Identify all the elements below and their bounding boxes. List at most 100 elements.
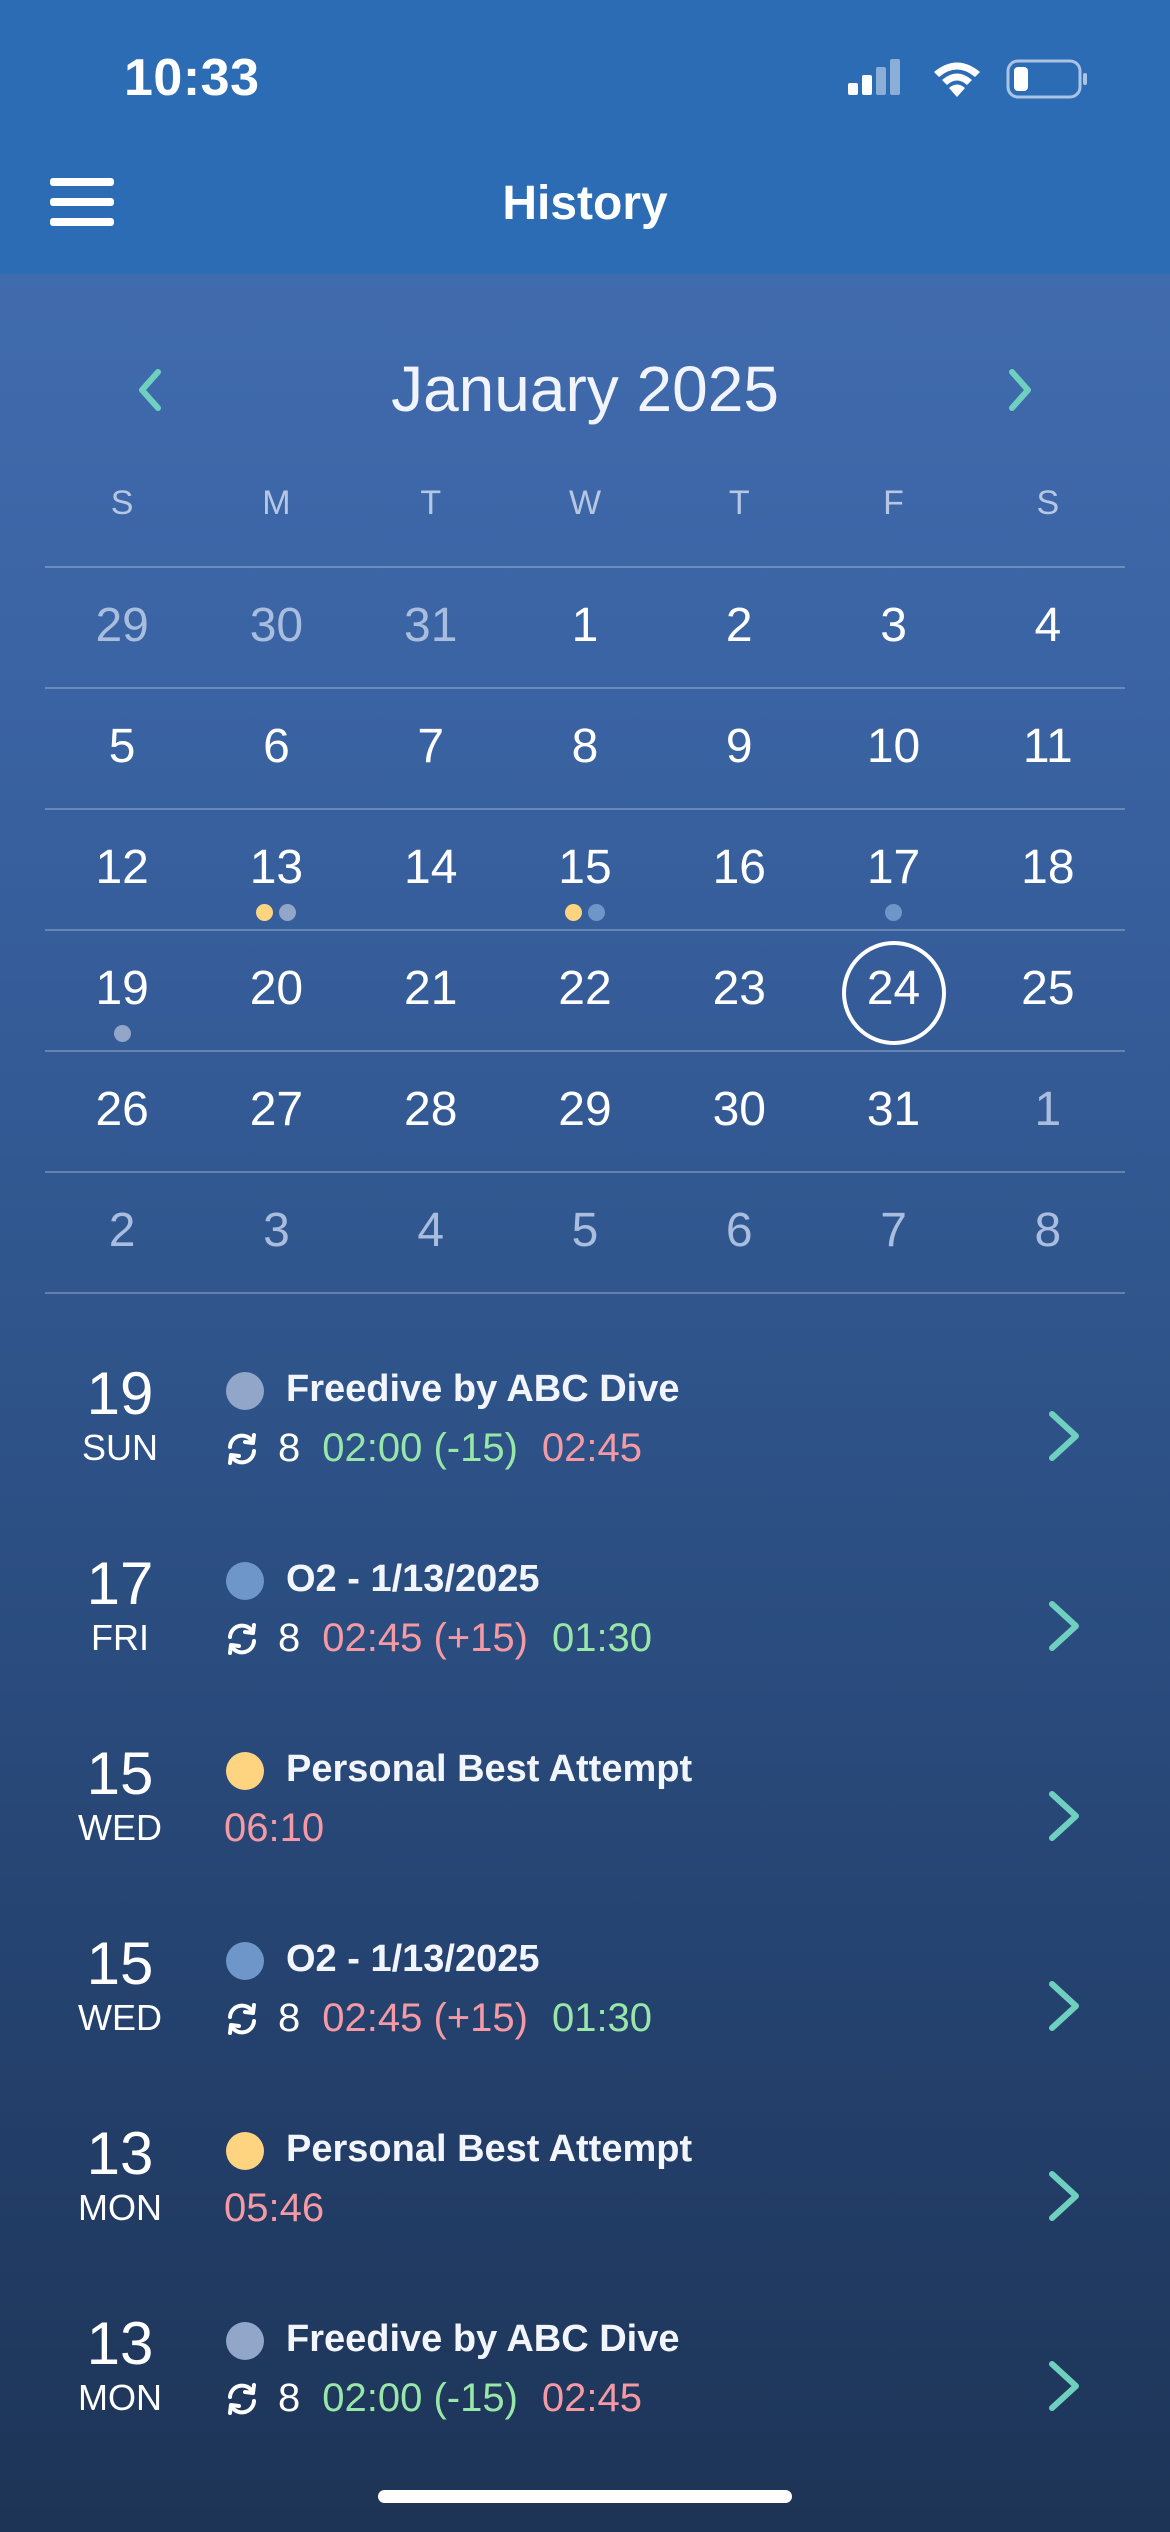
calendar-day[interactable]: 31 (354, 568, 508, 687)
calendar-day[interactable]: 29 (45, 568, 199, 687)
next-month-button[interactable] (988, 360, 1048, 420)
top-bar: 10:33 History (0, 0, 1170, 274)
calendar-day[interactable]: 30 (662, 1052, 816, 1171)
calendar-day[interactable]: 20 (199, 931, 353, 1050)
history-entry[interactable]: 13 MON Freedive by ABC Dive 8 02:00 (-15… (0, 2312, 1170, 2472)
calendar-day[interactable]: 23 (662, 931, 816, 1050)
weekday-label: W (568, 484, 602, 522)
weekday-label: M (262, 484, 291, 522)
chevron-right-icon (1049, 2361, 1079, 2411)
entry-day: 15 (86, 1740, 154, 1807)
round-count: 8 (278, 1616, 301, 1660)
weekday-label: F (883, 484, 904, 522)
time-value: 01:30 (551, 1616, 653, 1660)
calendar-day[interactable]: 11 (971, 689, 1125, 808)
calendar-day[interactable]: 16 (662, 810, 816, 929)
calendar-week: 5 6 7 8 9 10 11 (45, 687, 1125, 808)
entry-day: 15 (86, 1930, 154, 1997)
time-value: 02:45 (+15) (322, 1616, 528, 1660)
entry-weekday: SUN (81, 1427, 158, 1468)
time-value: 02:45 (541, 2376, 643, 2420)
history-entry[interactable]: 13 MON Personal Best Attempt 05:46 (0, 2122, 1170, 2282)
calendar-day[interactable]: 1 (508, 568, 662, 687)
chevron-right-icon (1049, 1601, 1079, 1651)
calendar-day[interactable]: 5 (508, 1173, 662, 1292)
entry-details: 06:10 (224, 1806, 324, 1851)
calendar-day[interactable]: 5 (45, 689, 199, 808)
calendar-day[interactable]: 18 (971, 810, 1125, 929)
weekday-label: T (420, 484, 442, 522)
calendar-day[interactable]: 27 (199, 1052, 353, 1171)
weekday-header: S M T W T F S (45, 484, 1125, 523)
calendar-day[interactable]: 3 (199, 1173, 353, 1292)
event-dot (279, 904, 297, 921)
calendar-day[interactable]: 14 (354, 810, 508, 929)
calendar-day[interactable]: 28 (354, 1052, 508, 1171)
entry-details: 8 02:00 (-15) 02:45 (224, 2376, 642, 2421)
calendar-day[interactable]: 22 (508, 931, 662, 1050)
entry-weekday: WED (78, 1997, 162, 2038)
round-count: 8 (278, 1996, 301, 2040)
event-indicators (816, 904, 970, 921)
calendar-week: 29 30 31 1 2 3 4 (45, 566, 1125, 687)
history-entry[interactable]: 15 WED O2 - 1/13/2025 8 02:45 (+15) 01:3… (0, 1932, 1170, 2092)
status-time: 10:33 (124, 49, 260, 107)
history-entry[interactable]: 17 FRI O2 - 1/13/2025 8 02:45 (+15) 01:3… (0, 1552, 1170, 1712)
calendar-day[interactable]: 29 (508, 1052, 662, 1171)
entry-weekday: MON (78, 2187, 162, 2228)
entry-day: 17 (86, 1550, 154, 1617)
calendar-day[interactable]: 6 (662, 1173, 816, 1292)
calendar-day[interactable]: 8 (508, 689, 662, 808)
calendar-day[interactable]: 4 (354, 1173, 508, 1292)
wifi-icon (934, 62, 980, 97)
chevron-right-icon (1049, 2171, 1079, 2221)
calendar-day[interactable]: 25 (971, 931, 1125, 1050)
calendar-day[interactable]: 26 (45, 1052, 199, 1171)
time-value: 02:00 (-15) (322, 1426, 518, 1470)
calendar-day[interactable]: 21 (354, 931, 508, 1050)
session-type-dot (226, 1752, 264, 1790)
entry-day: 13 (86, 2310, 154, 2377)
history-entry[interactable]: 15 WED Personal Best Attempt 06:10 (0, 1742, 1170, 1902)
event-dot (564, 904, 582, 921)
weekday-label: T (728, 484, 750, 522)
calendar-day[interactable]: 15 (508, 810, 662, 929)
entry-weekday: FRI (91, 1617, 149, 1658)
event-dot (885, 904, 903, 921)
calendar-day[interactable]: 2 (662, 568, 816, 687)
calendar-day[interactable]: 1 (971, 1052, 1125, 1171)
calendar-day[interactable]: 9 (662, 689, 816, 808)
repeat-icon (228, 2002, 256, 2035)
entry-weekday: MON (78, 2377, 162, 2418)
calendar-day[interactable]: 7 (354, 689, 508, 808)
calendar-day-selected[interactable]: 24 (816, 931, 970, 1050)
entry-weekday: WED (78, 1807, 162, 1848)
calendar-day[interactable]: 2 (45, 1173, 199, 1292)
battery-icon (1006, 59, 1087, 99)
history-entry[interactable]: 19 SUN Freedive by ABC Dive 8 02:00 (-15… (0, 1362, 1170, 1522)
calendar-day[interactable]: 12 (45, 810, 199, 929)
calendar-day[interactable]: 8 (971, 1173, 1125, 1292)
calendar-day[interactable]: 19 (45, 931, 199, 1050)
month-navigation: January 2025 (0, 340, 1170, 440)
result-time: 05:46 (224, 2186, 325, 2230)
calendar-week: 2 3 4 5 6 7 8 (45, 1171, 1125, 1294)
home-indicator[interactable] (378, 2490, 792, 2503)
calendar-day[interactable]: 7 (816, 1173, 970, 1292)
calendar-day[interactable]: 17 (816, 810, 970, 929)
chevron-right-icon (1009, 369, 1031, 411)
time-value: 02:00 (-15) (322, 2376, 518, 2420)
entry-title: Personal Best Attempt (286, 1748, 693, 1790)
repeat-icon (228, 1432, 256, 1465)
calendar-day[interactable]: 13 (199, 810, 353, 929)
cellular-signal-icon (848, 59, 900, 95)
event-indicators (199, 904, 353, 921)
calendar-day[interactable]: 3 (816, 568, 970, 687)
session-type-dot (226, 2322, 264, 2360)
calendar-day[interactable]: 30 (199, 568, 353, 687)
calendar-day[interactable]: 6 (199, 689, 353, 808)
calendar-day[interactable]: 10 (816, 689, 970, 808)
calendar-day[interactable]: 31 (816, 1052, 970, 1171)
calendar-day[interactable]: 4 (971, 568, 1125, 687)
calendar-week: 12 13 14 15 16 17 18 (45, 808, 1125, 929)
